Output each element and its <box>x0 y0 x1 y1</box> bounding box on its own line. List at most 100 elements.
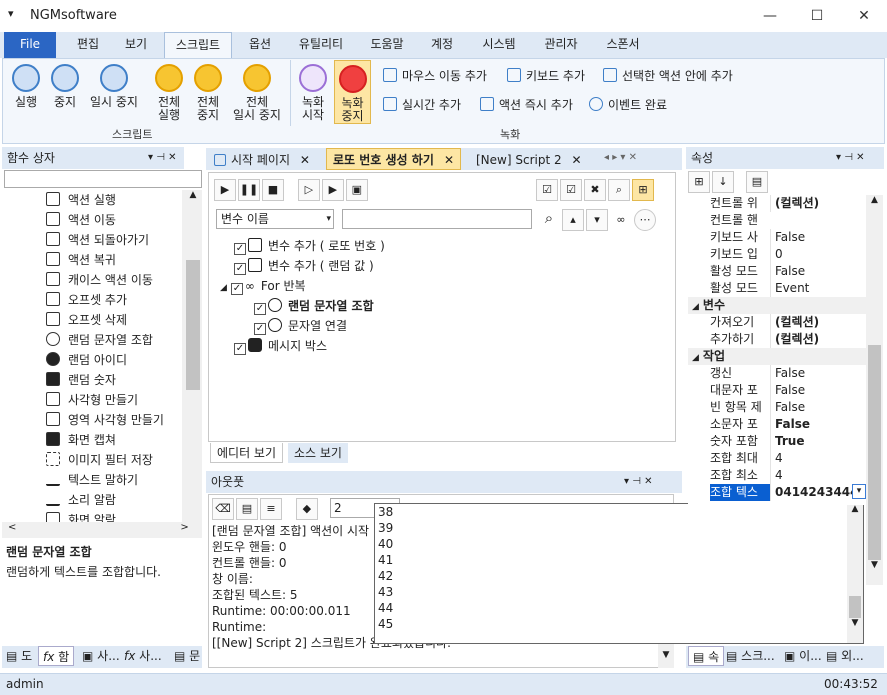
category-work[interactable]: ◢ 작업 <box>688 348 866 365</box>
list-item[interactable]: 화면 알람 <box>46 510 164 522</box>
tab-start-page[interactable]: 시작 페이지 ✕ <box>210 150 314 170</box>
step-over-icon[interactable]: ▣ <box>345 179 368 201</box>
tree-view-icon[interactable]: ⊞ <box>632 179 654 201</box>
pause-button[interactable]: 일시 중지 <box>86 64 142 109</box>
chevron-down-icon[interactable]: ▾ <box>852 484 866 499</box>
tree-node[interactable]: ✓ 변수 추가 ( 랜덤 값 ) <box>234 256 385 276</box>
tab-scripts[interactable]: ▤ 스크... <box>726 646 775 666</box>
tree-node[interactable]: ✓ 문자열 연결 <box>254 316 385 336</box>
list-item[interactable]: 액션 되돌아가기 <box>46 230 164 250</box>
close-icon[interactable]: ✕ <box>571 153 581 167</box>
more-icon[interactable]: ⋯ <box>634 209 656 231</box>
sort-az-icon[interactable]: ↓ <box>712 171 734 193</box>
tab-source-view[interactable]: 소스 보기 <box>288 443 348 463</box>
tab-nav-icons[interactable]: ◂ ▸ ▾ ✕ <box>604 152 637 163</box>
up-icon[interactable]: ▴ <box>562 209 584 231</box>
menu-file[interactable]: File <box>4 32 56 58</box>
panel-menu-icon[interactable]: ▾ ⊣ ✕ <box>836 147 864 169</box>
collapse-icon[interactable]: ◢ <box>692 353 699 363</box>
list-item[interactable]: 화면 캡쳐 <box>46 430 164 450</box>
run-all-button[interactable]: 전체 실행 <box>151 64 187 122</box>
property-pages-icon[interactable]: ▤ <box>746 171 768 193</box>
tree-node[interactable]: ✓ 메시지 박스 <box>234 336 385 356</box>
property-value-input[interactable]: 04142434445 <box>770 484 852 501</box>
list-item[interactable]: 텍스트 말하기 <box>46 470 164 490</box>
stop-all-button[interactable]: 전체 중지 <box>190 64 226 122</box>
checkbox[interactable]: ✓ <box>234 243 246 255</box>
pause-button-small[interactable]: ❚❚ <box>238 179 260 201</box>
keyboard-add-button[interactable]: 키보드 추가 <box>507 66 585 86</box>
scroll-up-icon[interactable]: ▲ <box>184 190 202 200</box>
dropdown-item[interactable]: 39 <box>375 520 863 536</box>
tab-editor-view[interactable]: 에디터 보기 <box>210 443 284 463</box>
dropdown-item[interactable]: 44 <box>375 600 863 616</box>
menu-script[interactable]: 스크립트 <box>164 32 232 58</box>
property-row[interactable]: 갱신 False <box>688 365 866 382</box>
property-row[interactable]: 키보드 사 False <box>688 229 866 246</box>
minimize-button[interactable]: — <box>747 0 793 32</box>
eraser-icon[interactable]: ◆ <box>295 498 318 520</box>
tree-node[interactable]: ✓ 변수 추가 ( 로또 번호 ) <box>234 236 385 256</box>
clean-icon[interactable]: ⌫ <box>212 498 234 520</box>
list-item[interactable]: 오프셋 삭제 <box>46 310 164 330</box>
property-row[interactable]: 가져오기 (컬렉션) <box>688 314 866 331</box>
scroll-up-icon[interactable]: ▲ <box>847 504 863 514</box>
categorized-icon[interactable]: ⊞ <box>688 171 710 193</box>
list-item[interactable]: 이미지 필터 저장 <box>46 450 164 470</box>
play-button[interactable]: ▶ <box>214 179 236 201</box>
property-row[interactable]: 조합 최대 4 <box>688 450 866 467</box>
property-row[interactable]: 컨트롤 위 (컬렉션) <box>688 195 866 212</box>
scroll-thumb[interactable] <box>868 345 881 560</box>
tree-node[interactable]: ✓ 랜덤 문자열 조합 <box>254 296 385 316</box>
step-icon[interactable]: ▷ <box>297 179 320 201</box>
step-into-icon[interactable]: ▶ <box>321 179 344 201</box>
menu-utility[interactable]: 유틸리티 <box>290 32 352 58</box>
property-row-selected[interactable]: 조합 텍스04142434445▾ <box>688 484 866 501</box>
list-item[interactable]: 액션 이동 <box>46 210 164 230</box>
panel-menu-icon[interactable]: ▾ ⊣ ✕ <box>624 471 652 493</box>
check-all-icon[interactable]: ☑ <box>536 179 558 201</box>
search-icon[interactable]: ⌕ <box>608 179 630 201</box>
tab-functions[interactable]: fx 함 <box>38 646 75 666</box>
checkbox[interactable]: ✓ <box>254 323 266 335</box>
menu-system[interactable]: 시스템 <box>472 32 526 58</box>
list-item[interactable]: 랜덤 문자열 조합 <box>46 330 164 350</box>
event-done-button[interactable]: 이벤트 완료 <box>589 95 667 115</box>
realtime-add-button[interactable]: 실시간 추가 <box>383 95 461 115</box>
property-row[interactable]: 소문자 포 False <box>688 416 866 433</box>
list-item[interactable]: 랜덤 숫자 <box>46 370 164 390</box>
menu-admin[interactable]: 관리자 <box>536 32 586 58</box>
scroll-thumb[interactable] <box>849 596 861 618</box>
tab-user-fx[interactable]: fx 사... <box>124 646 162 666</box>
search-icon[interactable]: ⌕ <box>538 208 560 230</box>
dropdown-item[interactable]: 38 <box>375 504 863 520</box>
dropdown-item[interactable]: 45 <box>375 616 863 632</box>
variable-select[interactable]: 변수 이름 ▾ <box>216 209 334 229</box>
dropdown-item[interactable]: 41 <box>375 552 863 568</box>
record-stop-button[interactable]: 녹화 중지 <box>334 60 371 124</box>
menu-view[interactable]: 보기 <box>114 32 158 58</box>
property-row[interactable]: 빈 항목 제 False <box>688 399 866 416</box>
dropdown-item[interactable]: 40 <box>375 536 863 552</box>
menu-icon[interactable]: ≡ <box>260 498 282 520</box>
property-row[interactable]: 조합 최소 4 <box>688 467 866 484</box>
tab-user[interactable]: ▣ 사... <box>82 646 120 666</box>
stop-button-small[interactable]: ■ <box>262 179 284 201</box>
list-item[interactable]: 소리 알람 <box>46 490 164 510</box>
dropdown-scrollbar[interactable]: ▲ ▼ <box>847 504 863 643</box>
property-row[interactable]: 대문자 포 False <box>688 382 866 399</box>
list-item[interactable]: 캐이스 액션 이동 <box>46 270 164 290</box>
tab-doc[interactable]: ▤ 문 <box>174 646 200 666</box>
scroll-down-icon[interactable]: ▼ <box>658 650 674 660</box>
checkbox[interactable]: ✓ <box>234 343 246 355</box>
selected-action-add-button[interactable]: 선택한 액션 안에 추가 <box>603 66 733 86</box>
menu-account[interactable]: 계정 <box>422 32 462 58</box>
function-list-hscroll[interactable]: < > <box>2 522 202 538</box>
action-now-add-button[interactable]: 액션 즉시 추가 <box>480 95 573 115</box>
tab-script2[interactable]: [New] Script 2 ✕ <box>472 150 586 170</box>
delete-icon[interactable]: ✖ <box>584 179 606 201</box>
pause-all-button[interactable]: 전체 일시 중지 <box>229 64 285 122</box>
menu-help[interactable]: 도움말 <box>362 32 412 58</box>
scroll-down-icon[interactable]: ▼ <box>847 618 863 628</box>
close-icon[interactable]: ✕ <box>300 153 310 167</box>
